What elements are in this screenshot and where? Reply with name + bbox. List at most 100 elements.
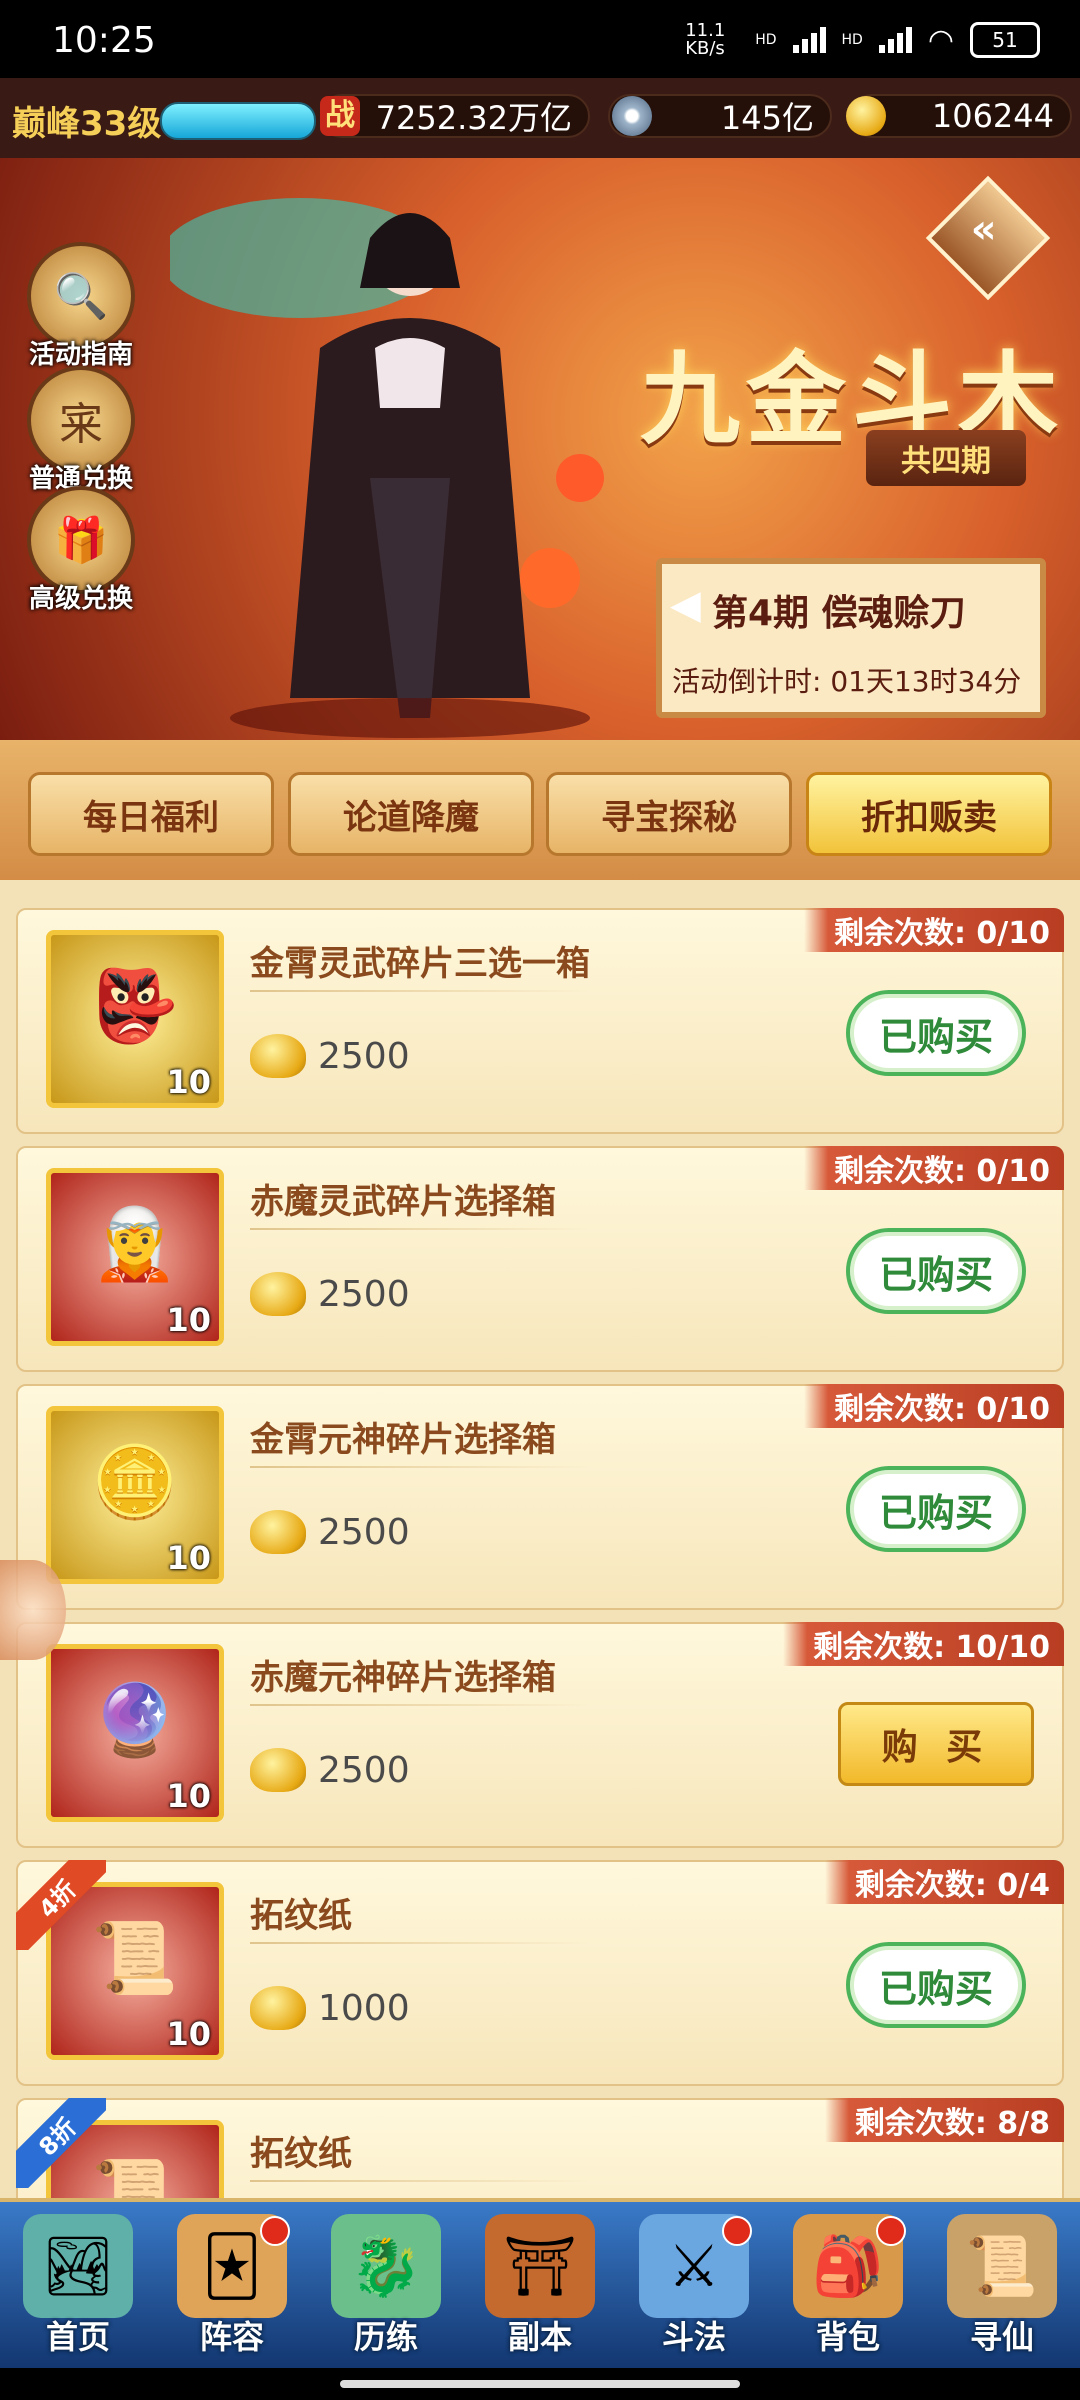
item-icon[interactable]: 🧝 10 [46, 1168, 224, 1346]
shop-item: 👺 10 金霄灵武碎片三选一箱 2500 剩余次数: 0/10 已购买 [16, 908, 1064, 1134]
resource-bar: 巅峰33级 战 7252.32万亿 145亿 106244 [0, 78, 1080, 158]
gold-currency[interactable]: 106244 [846, 94, 1072, 138]
tab-discount-sale[interactable]: 折扣贩卖 [806, 772, 1052, 856]
gold-ingot-icon [250, 1272, 306, 1316]
item-price: 2500 [318, 1274, 410, 1315]
item-icon[interactable]: 🪙 10 [46, 1406, 224, 1584]
gold-value: 106244 [931, 97, 1054, 135]
discount-text: 4折 [16, 1860, 106, 1950]
floating-assistant-avatar[interactable] [0, 1560, 66, 1660]
current-period-title: 第4期 偿魂赊刀 [712, 593, 966, 634]
divider [250, 1228, 590, 1230]
peak-level: 巅峰33级 [12, 104, 162, 144]
shop-item: 🪙 10 金霄元神碎片选择箱 2500 剩余次数: 0/10 已购买 [16, 1384, 1064, 1610]
bottom-nav: 🏞 首页 🃏 阵容 🐉 历练 ⛩ 副本 ⚔ 斗法 🎒 背包 📜 寻仙 [0, 2198, 1080, 2372]
divider [250, 1942, 590, 1944]
signal-icon-1 [792, 27, 826, 53]
purchased-button[interactable]: 已购买 [846, 1942, 1026, 2028]
divider [250, 1466, 590, 1468]
remaining-count: 剩余次数: 10/10 [783, 1622, 1064, 1666]
remaining-count: 剩余次数: 0/10 [803, 1384, 1064, 1428]
prev-period-arrow-icon[interactable]: ◀ [670, 582, 701, 628]
guide-button[interactable]: 🔍 活动指南 [26, 242, 136, 371]
nav-seek-immortal[interactable]: 📜 寻仙 [926, 2202, 1078, 2372]
nav-dungeon[interactable]: ⛩ 副本 [464, 2202, 616, 2372]
divider [250, 990, 590, 992]
status-bar: 10:25 11.1 KB/s HD HD ◠ 51 [0, 0, 1080, 78]
nav-lineup[interactable]: 🃏 阵容 [156, 2202, 308, 2372]
nav-label: 历练 [353, 2318, 418, 2356]
home-indicator[interactable] [340, 2380, 740, 2388]
training-icon: 🐉 [331, 2214, 441, 2318]
gesture-bar [0, 2368, 1080, 2400]
item-quantity: 10 [166, 1301, 211, 1339]
hd-label-1: HD [755, 32, 777, 48]
item-name: 赤魔灵武碎片选择箱 [250, 1182, 556, 1222]
shop-item: 📜 8折 拓纹纸 剩余次数: 8/8 [16, 2098, 1064, 2198]
normal-exchange-button[interactable]: 宷 普通兑换 [26, 366, 136, 495]
item-name: 拓纹纸 [250, 1896, 352, 1936]
item-quantity: 10 [166, 1539, 211, 1577]
nav-training[interactable]: 🐉 历练 [310, 2202, 462, 2372]
divider [250, 2180, 590, 2182]
chest-icon: 🪙 [91, 1441, 179, 1523]
status-icons: 11.1 KB/s HD HD ◠ 51 [685, 22, 1040, 58]
period-info-box: ◀ 第4期 偿魂赊刀 活动倒计时: 01天13时34分 [656, 558, 1046, 718]
nav-battle[interactable]: ⚔ 斗法 [618, 2202, 770, 2372]
gold-ingot-icon [250, 1510, 306, 1554]
item-quantity: 10 [166, 1777, 211, 1815]
tab-treasure-hunt[interactable]: 寻宝探秘 [546, 772, 792, 856]
gold-ingot-icon [250, 1748, 306, 1792]
experience-bar [160, 102, 316, 140]
purchased-button[interactable]: 已购买 [846, 1228, 1026, 1314]
purchased-button[interactable]: 已购买 [846, 990, 1026, 1076]
nav-label: 阵容 [199, 2318, 264, 2356]
power-icon: 战 [320, 96, 360, 136]
nav-bag[interactable]: 🎒 背包 [772, 2202, 924, 2372]
remaining-count: 剩余次数: 0/4 [824, 1860, 1064, 1904]
notification-dot [722, 2216, 752, 2246]
item-name: 赤魔元神碎片选择箱 [250, 1658, 556, 1698]
back-button[interactable]: « [925, 175, 1051, 301]
combat-power[interactable]: 战 7252.32万亿 [320, 94, 590, 138]
item-price: 2500 [318, 1512, 410, 1553]
gold-ingot-icon [250, 1034, 306, 1078]
discount-text: 8折 [16, 2098, 106, 2188]
item-quantity: 10 [166, 2015, 211, 2053]
remaining-count: 剩余次数: 0/10 [803, 1146, 1064, 1190]
item-name: 金霄元神碎片选择箱 [250, 1420, 556, 1460]
copper-currency[interactable]: 145亿 [608, 94, 832, 138]
event-banner: 🔍 活动指南 宷 普通兑换 🎁 高级兑换 « 九金斗木 共四期 ◀ 第4期 偿魂… [0, 158, 1080, 740]
divider [250, 1704, 590, 1706]
purchased-button[interactable]: 已购买 [846, 1466, 1026, 1552]
heroine-illustration [170, 198, 604, 738]
buy-button[interactable]: 购 买 [838, 1702, 1034, 1786]
nav-home[interactable]: 🏞 首页 [2, 2202, 154, 2372]
advanced-exchange-button[interactable]: 🎁 高级兑换 [26, 486, 136, 615]
signal-icon-2 [878, 27, 912, 53]
tab-demon-subduing[interactable]: 论道降魔 [288, 772, 534, 856]
clock: 10:25 [52, 20, 156, 61]
shop-item: 📜 10 4折 拓纹纸 1000 剩余次数: 0/4 已购买 [16, 1860, 1064, 2086]
notification-dot [876, 2216, 906, 2246]
home-icon: 🏞 [23, 2214, 133, 2318]
wifi-icon: ◠ [927, 22, 954, 58]
shop-item: 🧝 10 赤魔灵武碎片选择箱 2500 剩余次数: 0/10 已购买 [16, 1146, 1064, 1372]
nav-label: 首页 [45, 2318, 110, 2356]
chest-icon: 🧝 [91, 1203, 179, 1285]
discount-badge: 4折 [16, 1860, 106, 1950]
net-speed: 11.1 KB/s [685, 20, 726, 59]
item-icon[interactable]: 👺 10 [46, 930, 224, 1108]
item-icon[interactable]: 🔮 10 [46, 1644, 224, 1822]
item-name: 金霄灵武碎片三选一箱 [250, 944, 590, 984]
tab-daily-benefits[interactable]: 每日福利 [28, 772, 274, 856]
remaining-count: 剩余次数: 8/8 [824, 2098, 1064, 2142]
nav-label: 斗法 [661, 2318, 726, 2356]
dungeon-icon: ⛩ [485, 2214, 595, 2318]
tab-bar: 每日福利 论道降魔 寻宝探秘 折扣贩卖 [0, 740, 1080, 880]
discount-item-list[interactable]: 👺 10 金霄灵武碎片三选一箱 2500 剩余次数: 0/10 已购买 🧝 10 赤… [0, 880, 1080, 2198]
copper-coin-icon [612, 96, 652, 136]
battery-icon: 51 [970, 22, 1040, 58]
copper-value: 145亿 [720, 99, 814, 137]
gold-ingot-icon [250, 1986, 306, 2030]
